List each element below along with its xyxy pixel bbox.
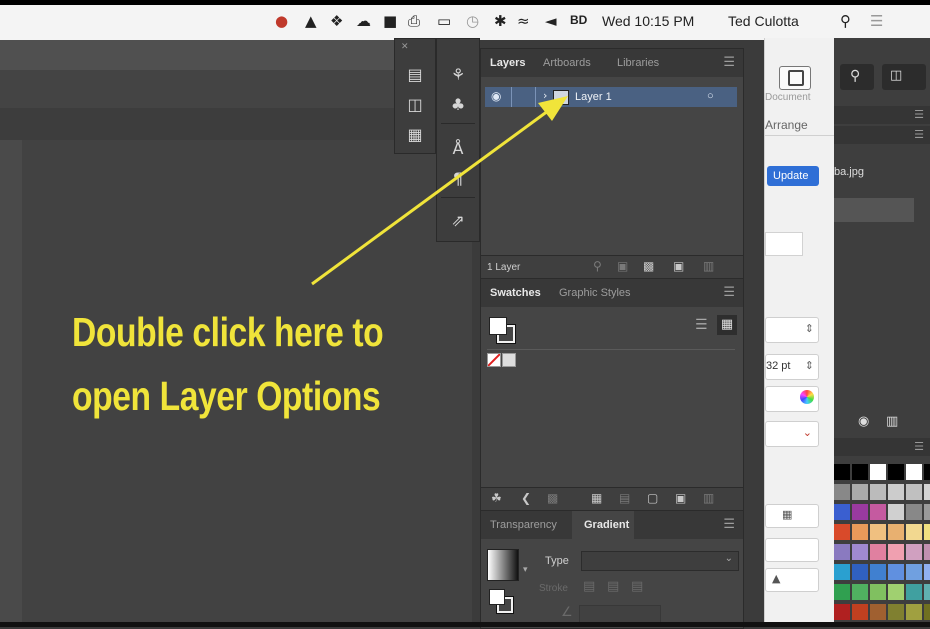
- annotation-caption: Double click here to open Layer Options: [72, 300, 384, 428]
- arrow-head: [538, 96, 568, 121]
- fill-swatch[interactable]: [489, 317, 507, 335]
- annotation-line-2: open Layer Options: [72, 373, 381, 419]
- annotation-line-1: Double click here to: [72, 309, 384, 355]
- gradient-fill-swatch[interactable]: [489, 589, 505, 605]
- bottom-edge: [0, 622, 930, 627]
- arrow-line: [311, 106, 553, 286]
